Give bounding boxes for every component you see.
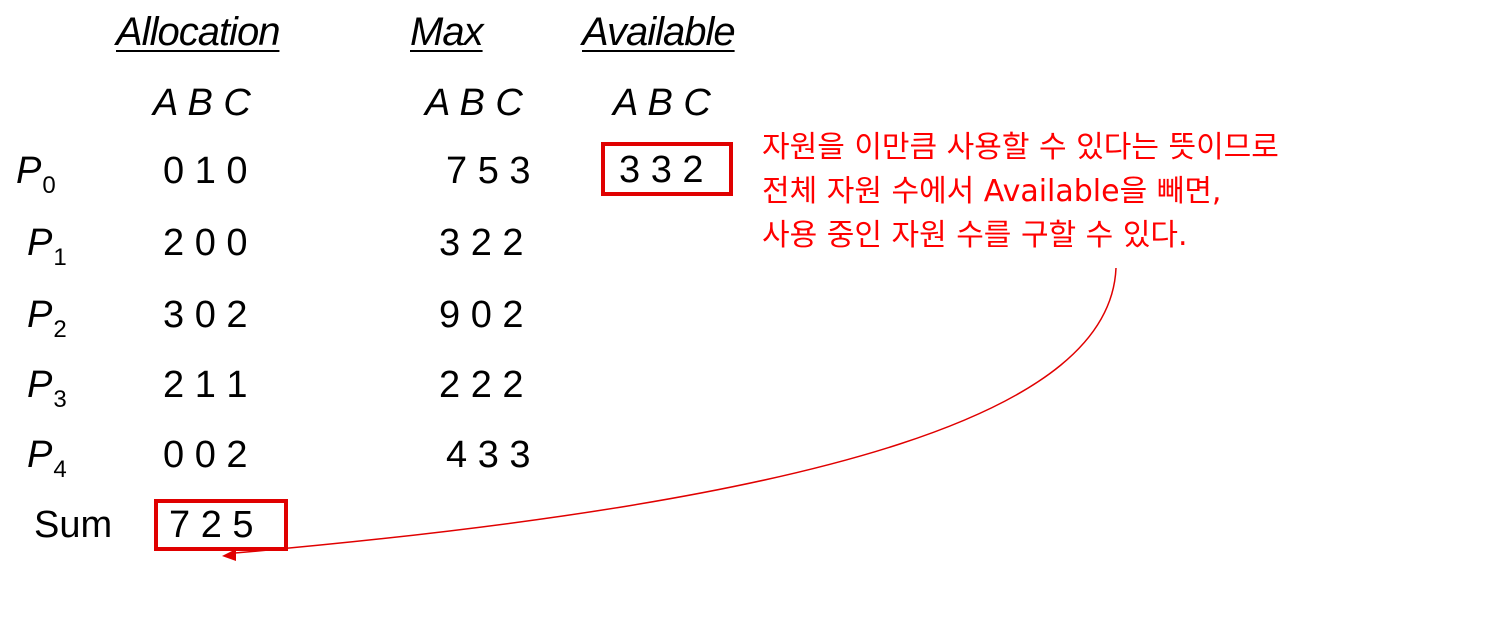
arrow-head [222,549,236,561]
arrow-line [234,267,1117,554]
annotation-arrow [222,267,1117,561]
